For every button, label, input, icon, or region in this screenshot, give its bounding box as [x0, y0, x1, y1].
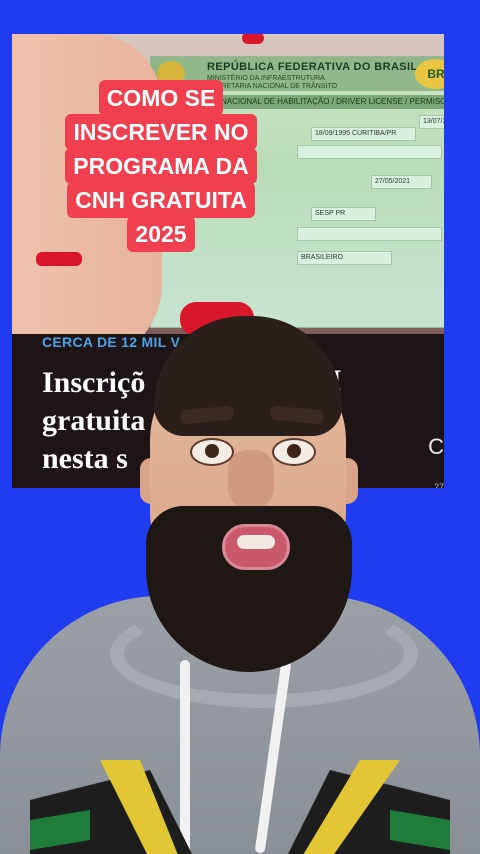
title-line-1: COMO SE [98, 80, 224, 116]
hoodie-logo-icon [30, 760, 450, 854]
eye-left [190, 438, 234, 466]
title-line-3: PROGRAMA DA [65, 148, 257, 184]
title-line-4: CNH GRATUITA [67, 182, 255, 218]
title-line-2: INSCREVER NO [65, 114, 257, 150]
video-frame: REPÚBLICA FEDERATIVA DO BRASIL MINISTÉRI… [0, 0, 480, 854]
eye-right [272, 438, 316, 466]
mouth [222, 524, 290, 570]
title-line-5: 2025 [127, 216, 195, 252]
nose [228, 450, 274, 510]
overlay-title: COMO SE INSCREVER NO PROGRAMA DA CNH GRA… [36, 80, 286, 252]
